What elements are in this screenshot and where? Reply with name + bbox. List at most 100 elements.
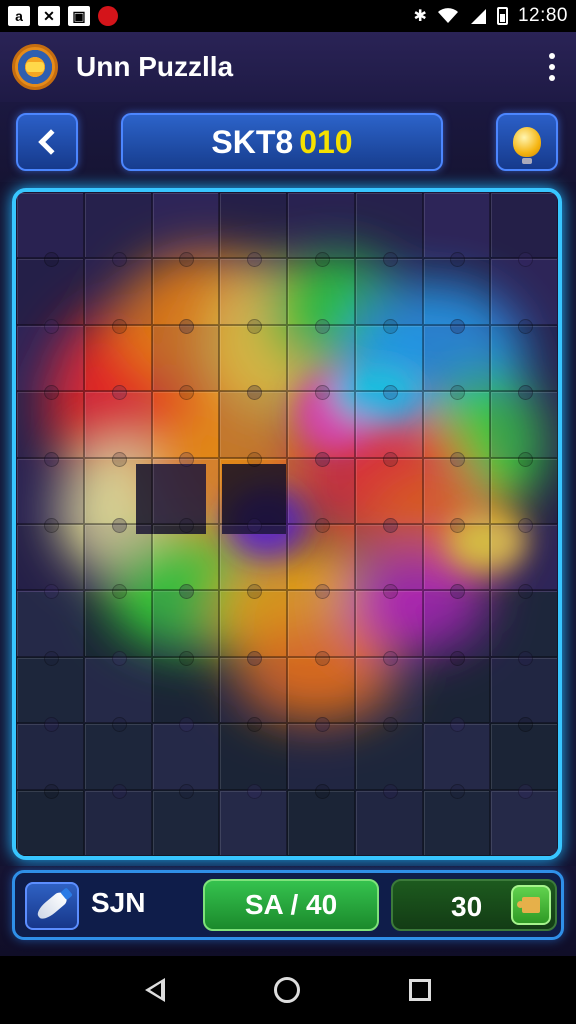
puzzle-piece[interactable] [354, 192, 423, 259]
app-bar: Unn Puzzlla [0, 32, 576, 102]
board-area [0, 182, 576, 866]
puzzle-piece[interactable] [83, 385, 152, 458]
puzzle-piece[interactable] [219, 385, 287, 458]
puzzle-grid[interactable] [16, 192, 558, 856]
puzzle-piece[interactable] [490, 517, 558, 591]
puzzle-piece[interactable] [287, 318, 355, 392]
puzzle-piece[interactable] [83, 650, 152, 724]
puzzle-piece[interactable] [354, 650, 423, 724]
puzzle-piece[interactable] [287, 650, 355, 724]
puzzle-piece[interactable] [354, 717, 423, 790]
puzzle-piece[interactable] [287, 451, 355, 524]
puzzle-piece[interactable] [422, 650, 491, 724]
puzzle-piece[interactable] [354, 252, 423, 325]
puzzle-piece[interactable] [219, 252, 287, 325]
puzzle-piece[interactable] [219, 783, 287, 856]
puzzle-piece[interactable] [83, 783, 152, 856]
puzzle-piece[interactable] [422, 192, 491, 259]
puzzle-piece[interactable] [490, 783, 558, 856]
piece-tray-button[interactable] [511, 885, 551, 925]
puzzle-piece[interactable] [16, 650, 84, 724]
puzzle-piece[interactable] [422, 252, 491, 325]
logo-piece-icon [26, 62, 44, 72]
puzzle-piece[interactable] [354, 584, 423, 657]
puzzle-piece[interactable] [151, 318, 220, 392]
puzzle-piece[interactable] [422, 385, 491, 458]
puzzle-piece[interactable] [16, 517, 84, 591]
puzzle-piece[interactable] [219, 584, 287, 657]
nav-home-icon[interactable] [273, 977, 300, 1003]
puzzle-piece[interactable] [151, 584, 220, 657]
puzzle-piece[interactable] [151, 783, 220, 856]
puzzle-piece[interactable] [287, 385, 355, 458]
more-options-icon[interactable] [540, 53, 564, 81]
nav-back-icon[interactable] [144, 978, 165, 1002]
header-controls: SKT8 010 [0, 102, 576, 182]
puzzle-piece[interactable] [490, 252, 558, 325]
puzzle-piece[interactable] [422, 517, 491, 591]
nav-recents-icon[interactable] [409, 979, 432, 1001]
timer-panel: 30 [391, 879, 557, 931]
puzzle-piece[interactable] [83, 584, 152, 657]
status-bar: a ✕ ▣ ✱ 12:80 [0, 0, 576, 32]
puzzle-piece[interactable] [219, 318, 287, 392]
puzzle-piece[interactable] [490, 318, 558, 392]
puzzle-piece[interactable] [219, 451, 287, 524]
puzzle-piece[interactable] [422, 717, 491, 790]
puzzle-piece[interactable] [219, 717, 287, 790]
puzzle-piece[interactable] [151, 717, 220, 790]
puzzle-piece[interactable] [287, 252, 355, 325]
puzzle-piece[interactable] [219, 517, 287, 591]
a-app-icon: a [8, 6, 30, 26]
puzzle-piece[interactable] [287, 717, 355, 790]
puzzle-piece[interactable] [422, 451, 491, 524]
hint-button[interactable] [496, 113, 558, 171]
puzzle-piece[interactable] [151, 517, 220, 591]
puzzle-piece[interactable] [151, 385, 220, 458]
puzzle-piece[interactable] [490, 451, 558, 524]
puzzle-piece[interactable] [16, 451, 84, 524]
puzzle-piece[interactable] [151, 252, 220, 325]
puzzle-piece[interactable] [219, 192, 287, 259]
puzzle-piece[interactable] [151, 192, 220, 259]
puzzle-piece[interactable] [151, 451, 220, 524]
puzzle-piece[interactable] [83, 318, 152, 392]
puzzle-piece[interactable] [354, 451, 423, 524]
puzzle-piece[interactable] [83, 192, 152, 259]
puzzle-piece[interactable] [83, 517, 152, 591]
status-left-icons: a ✕ ▣ [8, 6, 118, 26]
puzzle-piece[interactable] [490, 584, 558, 657]
puzzle-piece[interactable] [287, 783, 355, 856]
puzzle-piece[interactable] [354, 783, 423, 856]
puzzle-piece[interactable] [16, 318, 84, 392]
puzzle-piece[interactable] [490, 717, 558, 790]
puzzle-piece[interactable] [354, 385, 423, 458]
puzzle-piece[interactable] [151, 650, 220, 724]
puzzle-piece[interactable] [490, 385, 558, 458]
puzzle-piece[interactable] [16, 252, 84, 325]
puzzle-piece[interactable] [219, 650, 287, 724]
puzzle-piece[interactable] [16, 584, 84, 657]
puzzle-piece[interactable] [490, 192, 558, 259]
puzzle-piece[interactable] [16, 192, 84, 259]
puzzle-piece[interactable] [83, 451, 152, 524]
puzzle-piece[interactable] [83, 717, 152, 790]
puzzle-piece[interactable] [490, 650, 558, 724]
puzzle-piece[interactable] [354, 517, 423, 591]
battery-icon [496, 7, 508, 25]
back-button[interactable] [16, 113, 78, 171]
puzzle-piece[interactable] [422, 783, 491, 856]
puzzle-piece[interactable] [287, 584, 355, 657]
puzzle-piece[interactable] [287, 517, 355, 591]
puzzle-piece[interactable] [16, 385, 84, 458]
puzzle-piece[interactable] [16, 717, 84, 790]
puzzle-piece[interactable] [354, 318, 423, 392]
app-title: Unn Puzzlla [76, 51, 234, 82]
puzzle-piece[interactable] [287, 192, 355, 259]
puzzle-board[interactable] [12, 188, 562, 860]
puzzle-piece[interactable] [422, 584, 491, 657]
puzzle-piece[interactable] [16, 783, 84, 856]
rocket-button[interactable] [25, 882, 79, 930]
puzzle-piece[interactable] [83, 252, 152, 325]
puzzle-piece[interactable] [422, 318, 491, 392]
